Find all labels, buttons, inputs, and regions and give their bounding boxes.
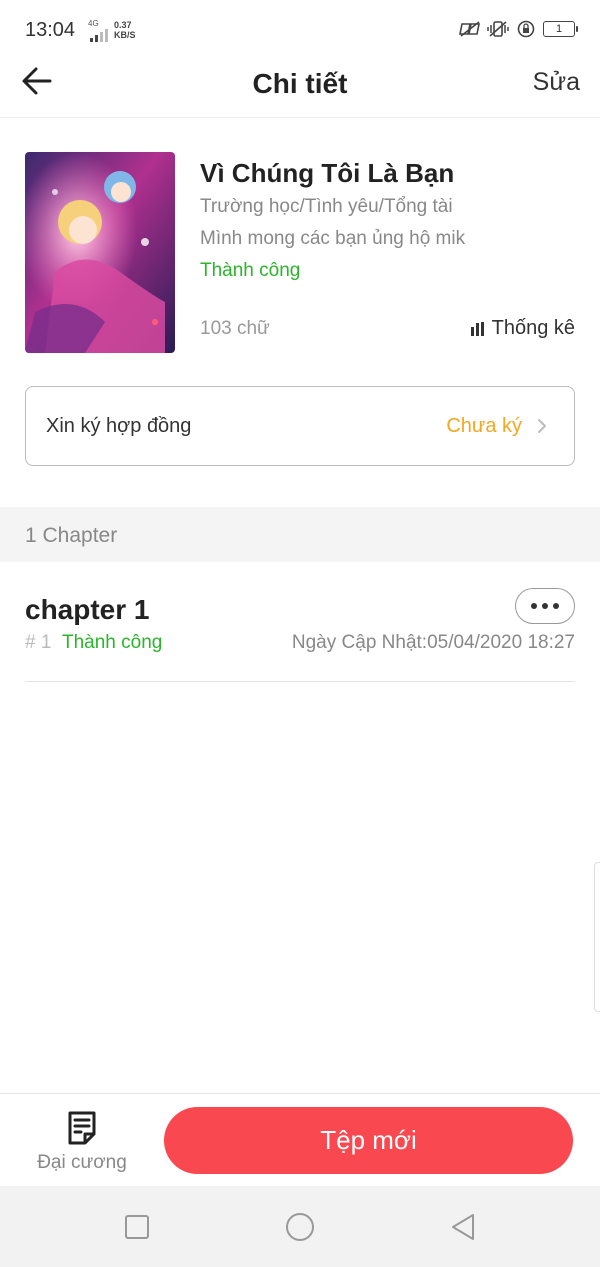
chapter-number: # 1	[25, 632, 52, 653]
outline-document-icon	[68, 1111, 96, 1145]
rotation-lock-icon	[517, 20, 535, 38]
chapter-item[interactable]: chapter 1 # 1 Thành công Ngày Cập Nhật:0…	[25, 562, 575, 682]
back-triangle-icon[interactable]	[448, 1212, 478, 1242]
more-dot	[553, 603, 559, 609]
signal-icon: 4G	[88, 19, 110, 42]
status-bar: 13:04 4G 0.37 KB/S 1	[0, 0, 600, 60]
stats-label: Thống kê	[491, 317, 575, 339]
chapter-count: 1 Chapter	[25, 524, 118, 547]
speed-unit: KB/S	[114, 30, 136, 40]
chevron-right-icon	[538, 419, 546, 433]
chapter-status: Thành công	[62, 632, 163, 653]
word-count: 103 chữ	[200, 318, 270, 339]
outline-label: Đại cương	[37, 1152, 127, 1173]
more-options-button[interactable]	[515, 588, 575, 624]
bottom-toolbar: Đại cương Tệp mới	[0, 1093, 600, 1186]
network-speed: 0.37 KB/S	[114, 20, 136, 40]
edit-button[interactable]: Sửa	[533, 68, 580, 97]
more-dot	[542, 603, 548, 609]
chapter-updated-date: Ngày Cập Nhật:05/04/2020 18:27	[291, 632, 575, 653]
battery-icon: 1	[543, 21, 578, 37]
game-mode-icon	[459, 21, 480, 37]
book-description: Mình mong các bạn ủng hộ mik	[200, 228, 466, 249]
vibrate-icon	[487, 21, 509, 37]
battery-level: 1	[555, 23, 563, 35]
chapter-title: chapter 1	[25, 594, 150, 625]
system-nav-bar	[0, 1186, 600, 1267]
new-file-button[interactable]: Tệp mới	[164, 1107, 573, 1174]
side-drawer-handle[interactable]	[594, 862, 600, 1012]
stats-button[interactable]: Thống kê	[470, 317, 575, 340]
home-icon[interactable]	[285, 1212, 315, 1242]
book-cover-image[interactable]	[25, 152, 175, 353]
contract-status: Chưa ký	[446, 415, 522, 437]
book-title: Vì Chúng Tôi Là Bạn	[200, 158, 455, 188]
status-time: 13:04	[25, 19, 76, 41]
book-status: Thành công	[200, 260, 301, 281]
nav-header: Chi tiết Sửa	[0, 60, 600, 118]
outline-button[interactable]: Đại cương	[20, 1108, 144, 1178]
contract-row[interactable]: Xin ký hợp đồng Chưa ký	[25, 386, 575, 466]
chapter-count-bar: 1 Chapter	[0, 507, 600, 562]
contract-label: Xin ký hợp đồng	[46, 415, 192, 437]
book-genres: Trường học/Tình yêu/Tổng tài	[200, 196, 453, 217]
recent-apps-icon[interactable]	[122, 1212, 152, 1242]
bar-chart-icon	[470, 321, 484, 336]
page-title: Chi tiết	[252, 68, 348, 99]
network-type: 4G	[88, 19, 99, 28]
more-dot	[531, 603, 537, 609]
speed-value: 0.37	[114, 20, 132, 30]
